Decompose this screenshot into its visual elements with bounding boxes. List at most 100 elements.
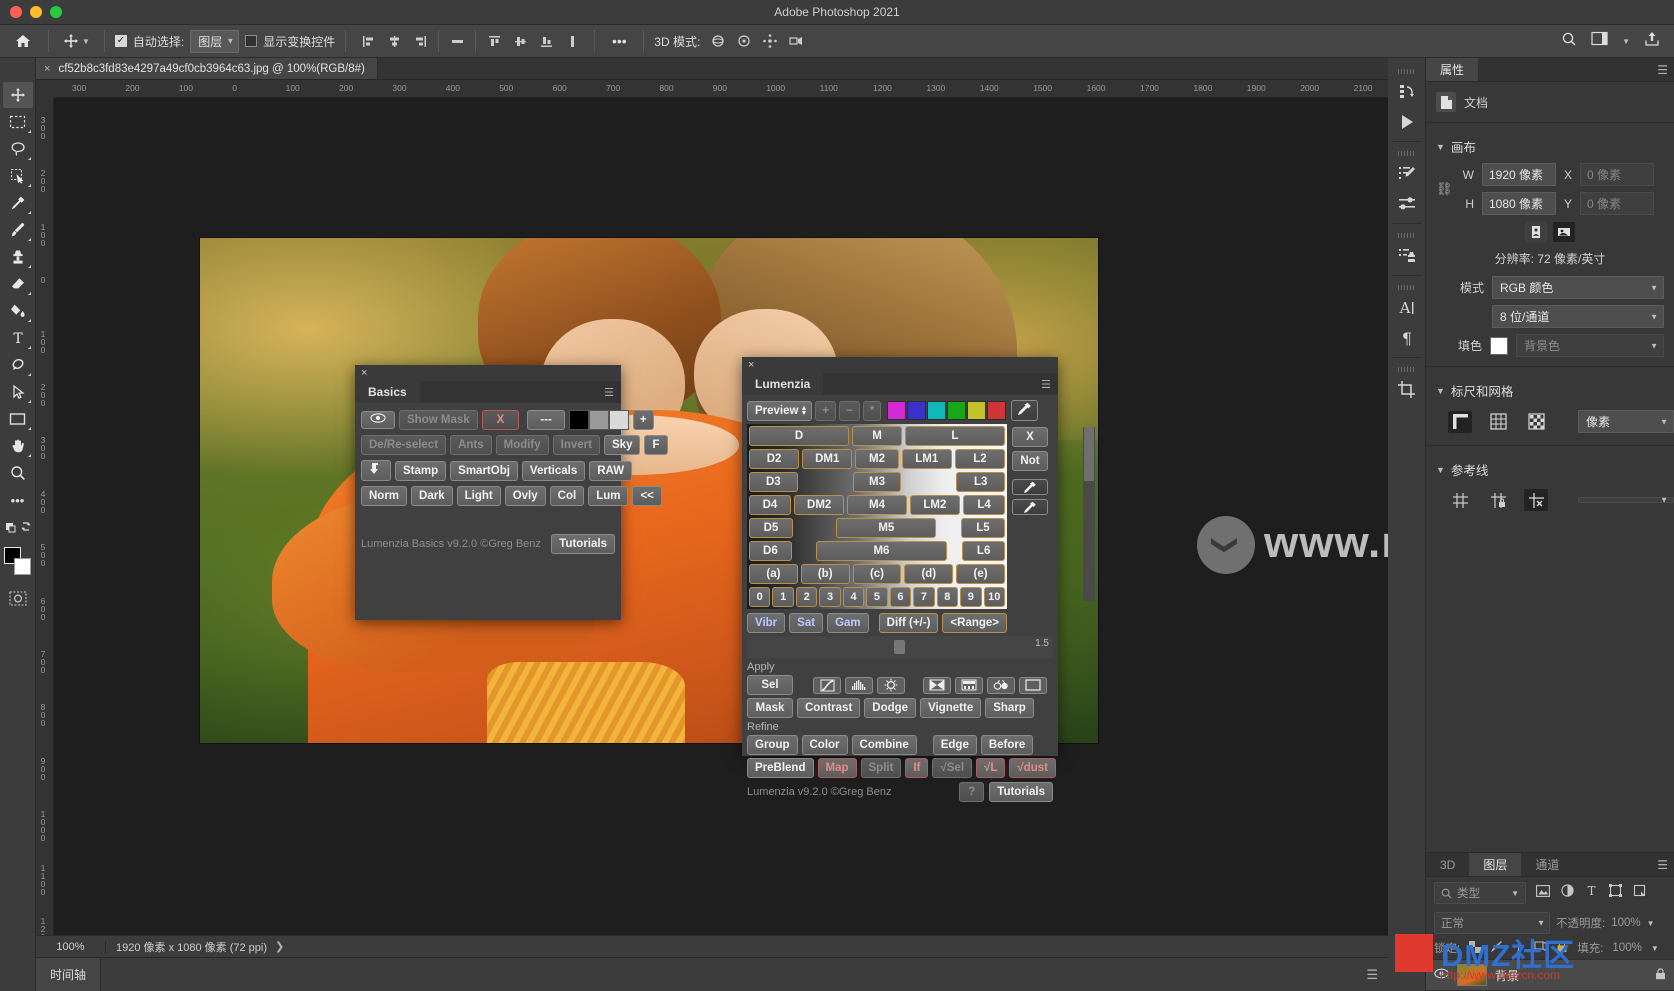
add-button[interactable]: + [632, 410, 654, 430]
tab-timeline[interactable]: 时间轴 [36, 958, 102, 991]
window-controls[interactable] [10, 6, 62, 18]
more-options-button[interactable]: ••• [605, 29, 633, 53]
zone-D5-button[interactable]: D5 [749, 518, 793, 538]
stamp-button[interactable]: Stamp [395, 460, 447, 481]
align-center-horizontal-icon[interactable] [382, 29, 406, 53]
hamburger-icon[interactable]: ☰ [1041, 378, 1051, 391]
brush-tool[interactable] [3, 217, 33, 243]
contrast-button[interactable]: Contrast [797, 698, 861, 718]
mask-button[interactable]: Mask [747, 698, 793, 718]
close-document-icon[interactable]: × [44, 63, 50, 75]
lasso-tool[interactable] [3, 136, 33, 162]
status-expand-icon[interactable]: ❯ [267, 940, 284, 953]
zone-M4-button[interactable]: M4 [847, 495, 907, 515]
zone-num-0[interactable]: 0 [749, 587, 771, 607]
check-l-button[interactable]: √L [976, 758, 1006, 778]
stepper-icon[interactable]: ▲ ▼ [800, 405, 807, 417]
maximize-window-button[interactable] [50, 6, 62, 18]
sky-button[interactable]: Sky [604, 435, 641, 455]
lumenzia-tutorials-button[interactable]: Tutorials [989, 782, 1053, 802]
play-icon[interactable] [1391, 107, 1423, 137]
zone-num-7[interactable]: 7 [913, 587, 935, 607]
zone-D4-button[interactable]: D4 [749, 495, 791, 515]
light-button[interactable]: Light [456, 486, 501, 506]
zone-DM2-button[interactable]: DM2 [793, 495, 845, 515]
eyedropper-icon[interactable] [1011, 400, 1039, 421]
align-right-icon[interactable] [408, 29, 432, 53]
slider-knob[interactable] [893, 640, 905, 654]
brightness-icon[interactable] [877, 676, 905, 694]
type-filter-icon[interactable]: T [1585, 884, 1598, 902]
zone-L2-button[interactable]: L2 [954, 449, 1006, 469]
dodge-button[interactable]: Dodge [864, 698, 917, 718]
zone-D2-button[interactable]: D2 [749, 449, 800, 469]
landscape-orientation-icon[interactable] [1553, 222, 1575, 242]
zone-e-button[interactable]: (e) [956, 564, 1005, 584]
basics-panel[interactable]: × Basics ☰ Show Mask X --- + De/Re-selec… [355, 365, 668, 620]
marquee-tool[interactable] [3, 109, 33, 135]
zone-num-6[interactable]: 6 [889, 587, 912, 607]
guide-add-icon[interactable] [1448, 489, 1472, 511]
dock-grip[interactable] [1397, 285, 1416, 290]
color-swatches[interactable] [3, 547, 33, 579]
document-tab[interactable]: × cf52b8c3fd83e4297a49cf0cb3964c63.jpg @… [36, 58, 378, 79]
ants-button[interactable]: Ants [450, 435, 492, 455]
eyedropper-icon[interactable] [1012, 479, 1048, 495]
dash-button[interactable]: --- [527, 410, 565, 430]
smartobject-filter-icon[interactable] [1633, 884, 1646, 902]
show-mask-button[interactable]: Show Mask [399, 410, 478, 430]
gradient-tool[interactable] [3, 298, 33, 324]
path-selection-tool[interactable] [3, 379, 33, 405]
adjustments-icon[interactable] [1391, 189, 1423, 219]
pen-tool[interactable] [3, 352, 33, 378]
check-sel-button[interactable]: √Sel [932, 758, 973, 778]
shape-filter-icon[interactable] [1609, 884, 1622, 902]
sharp-button[interactable]: Sharp [985, 698, 1034, 718]
share-icon[interactable] [1644, 31, 1660, 52]
edit-toolbar-button[interactable]: ••• [3, 487, 33, 513]
preview-minus-button[interactable]: − [839, 400, 860, 421]
tab-channels[interactable]: 通道 [1521, 853, 1573, 876]
verticals-button[interactable]: Verticals [521, 460, 586, 481]
zone-D3-button[interactable]: D3 [749, 472, 798, 492]
range-slider[interactable]: 1.5 [747, 636, 1053, 658]
levels-icon[interactable] [845, 676, 873, 694]
shape-tool[interactable] [3, 406, 33, 432]
dock-grip[interactable] [1397, 151, 1416, 156]
pan-3d-icon[interactable] [758, 29, 782, 53]
zone-a-button[interactable]: (a) [749, 564, 798, 584]
zone-num-5[interactable]: 5 [866, 587, 888, 607]
zone-M2-button[interactable]: M2 [855, 449, 899, 469]
modify-button[interactable]: Modify [495, 435, 549, 455]
zone-DM1-button[interactable]: DM1 [802, 449, 853, 469]
swatch-gray[interactable] [588, 410, 609, 430]
zone-b-button[interactable]: (b) [800, 564, 850, 584]
zone-M-button[interactable]: M [852, 426, 902, 446]
opacity-value[interactable]: 100% [1611, 917, 1640, 929]
eye-icon[interactable] [361, 411, 395, 429]
canvas-section-header[interactable]: ▼ 画布 [1426, 129, 1674, 160]
orbit-3d-icon[interactable] [706, 29, 730, 53]
gam-button[interactable]: Gam [827, 613, 869, 633]
history-icon[interactable] [1391, 77, 1423, 107]
align-left-icon[interactable] [356, 29, 380, 53]
dock-grip[interactable] [1397, 69, 1416, 74]
edge-button[interactable]: Edge [932, 735, 977, 755]
canvas-width-input[interactable]: 1920 像素 [1481, 163, 1556, 186]
dock-grip[interactable] [1397, 367, 1416, 372]
lumenzia-panel[interactable]: × Lumenzia ☰ Preview ▲ ▼ + − * D M L D2 … [742, 357, 1095, 802]
pattern-icon[interactable] [955, 676, 983, 694]
grid-icon[interactable] [1486, 411, 1510, 433]
align-bottom-icon[interactable] [534, 29, 558, 53]
eyedropper-icon[interactable] [1012, 499, 1048, 515]
chevron-down-icon[interactable]: ▼ [82, 37, 90, 46]
ruler-units-select[interactable]: 像素 ▼ [1578, 410, 1674, 433]
move-tool[interactable] [2, 82, 33, 108]
swatch-black[interactable] [568, 410, 589, 430]
preblend-button[interactable]: PreBlend [747, 758, 814, 778]
zone-L5-button[interactable]: L5 [961, 518, 1005, 538]
preview-star-button[interactable]: * [862, 400, 882, 421]
swatch-red[interactable] [987, 401, 1007, 420]
curves-icon[interactable] [813, 676, 841, 694]
zone-L4-button[interactable]: L4 [963, 495, 1005, 515]
